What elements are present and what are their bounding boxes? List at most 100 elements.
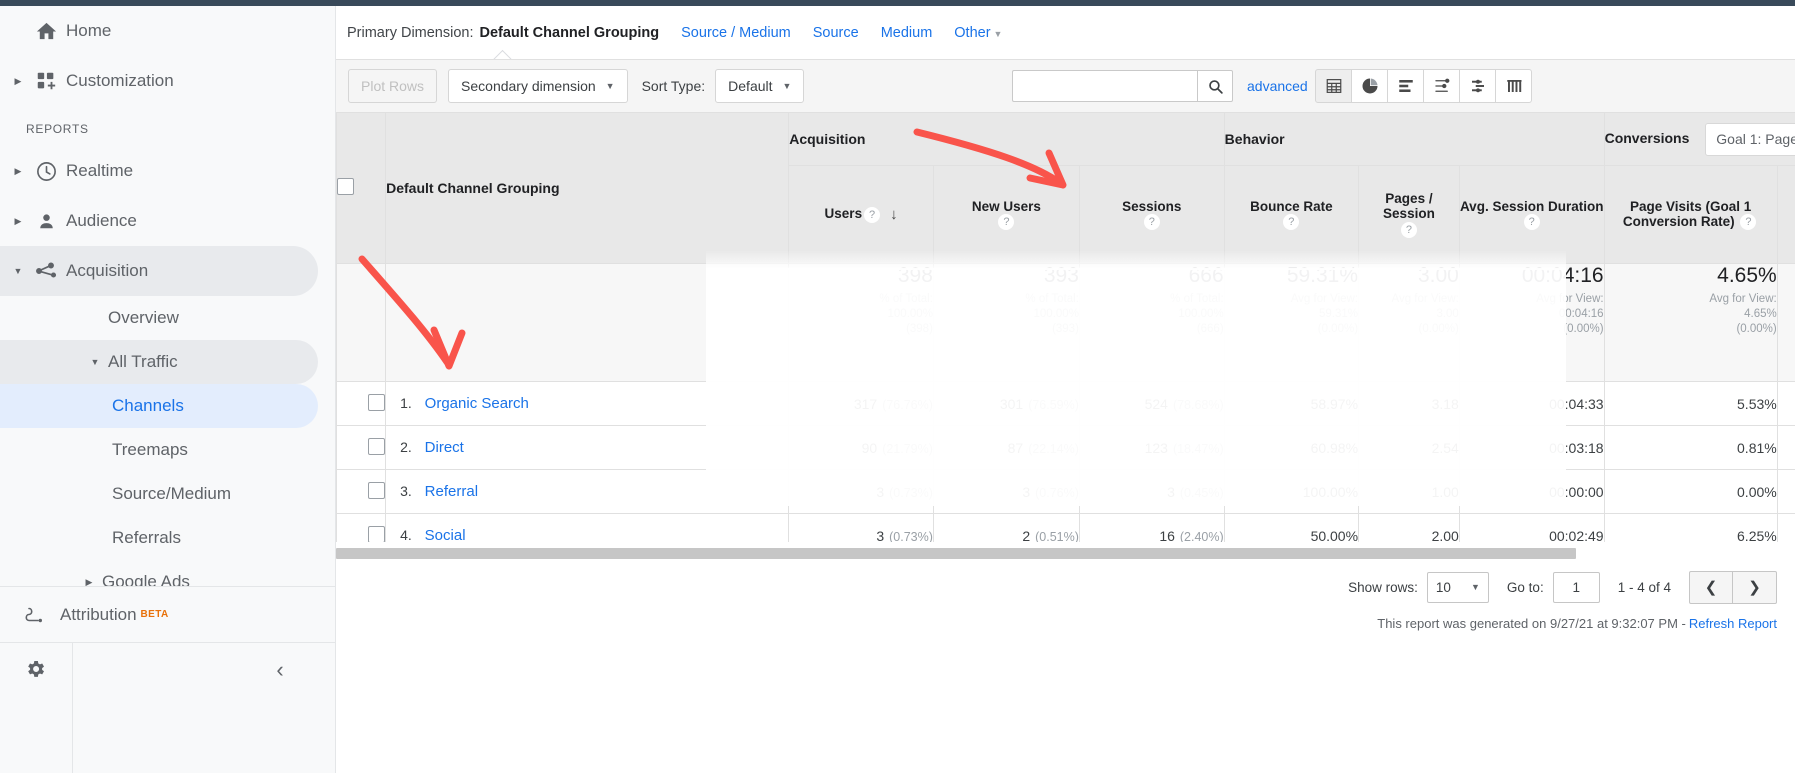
chevron-left-icon: ‹ xyxy=(276,657,284,682)
column-header-sessions-label: Sessions xyxy=(1122,198,1182,214)
select-all-checkbox-cell xyxy=(336,112,387,264)
report-generated-text: This report was generated on 9/27/21 at … xyxy=(1377,616,1686,631)
row-channel-link[interactable]: Direct xyxy=(425,439,464,456)
help-icon[interactable]: ? xyxy=(864,206,881,223)
column-header-sessions[interactable]: Sessions? xyxy=(1078,165,1225,264)
previous-page-button[interactable]: ❮ xyxy=(1689,570,1733,604)
row-checkbox[interactable] xyxy=(368,481,386,499)
row-new-users-pct: (22.14%) xyxy=(1028,441,1079,456)
row-checkbox[interactable] xyxy=(368,393,386,411)
totals-bounce-rate-sub1: Avg for View: xyxy=(1290,293,1359,305)
sidebar-item-attribution-label: Attribution xyxy=(60,604,137,624)
sidebar-item-all-traffic[interactable]: ▼ All Traffic xyxy=(0,340,318,384)
totals-bounce-rate-sub3: (0.00%) xyxy=(1317,323,1359,335)
comparison-view-icon[interactable] xyxy=(1459,69,1496,103)
sidebar-item-overview[interactable]: Overview xyxy=(0,296,318,340)
row-pages-session-cell: 3.18 xyxy=(1358,381,1460,426)
sidebar-item-channels[interactable]: Channels xyxy=(0,384,318,428)
row-dimension-cell: 1. Organic Search xyxy=(385,381,790,426)
search-input[interactable] xyxy=(1012,70,1197,102)
dimension-column-header[interactable]: Default Channel Grouping xyxy=(385,112,790,264)
show-rows-select[interactable]: 10 ▼ xyxy=(1426,571,1489,603)
horizontal-scrollbar-thumb[interactable] xyxy=(336,548,1576,559)
sidebar-section-reports: REPORTS xyxy=(26,122,89,136)
help-icon[interactable]: ? xyxy=(1143,214,1160,231)
primary-dimension-current[interactable]: Default Channel Grouping xyxy=(480,25,660,41)
help-icon[interactable]: ? xyxy=(1523,214,1540,231)
help-icon[interactable]: ? xyxy=(1740,214,1757,231)
sidebar-item-referrals-label: Referrals xyxy=(112,528,181,547)
row-checkbox[interactable] xyxy=(368,525,386,542)
totals-avg-duration-sub2: 00:04:16 xyxy=(1558,308,1604,320)
pivot-view-icon[interactable] xyxy=(1495,69,1532,103)
attribution-icon xyxy=(10,603,60,627)
help-icon[interactable]: ? xyxy=(1283,214,1300,231)
column-header-pages-session[interactable]: Pages / Session? xyxy=(1358,165,1460,264)
totals-sessions-value: 666 xyxy=(1188,264,1224,287)
primary-dimension-other[interactable]: Other ▼ xyxy=(954,25,1002,41)
row-channel-link[interactable]: Social xyxy=(425,527,466,542)
sidebar-item-customization[interactable]: ▶ Customization xyxy=(0,56,318,106)
goal-select-dropdown[interactable]: Goal 1: Page Visits ▼ xyxy=(1705,122,1795,156)
search-button[interactable] xyxy=(1197,70,1233,102)
column-header-bounce-rate[interactable]: Bounce Rate? xyxy=(1223,165,1360,264)
sidebar-item-treemaps[interactable]: Treemaps xyxy=(0,428,318,472)
column-header-goal-conversion-rate[interactable]: Page Visits (Goal 1 Conversion Rate) ? xyxy=(1603,165,1778,264)
sidebar-item-acquisition[interactable]: ▼ Acquisition xyxy=(0,246,318,296)
help-icon[interactable]: ? xyxy=(998,214,1015,231)
totals-new-users-sub1: % of Total: xyxy=(1025,293,1079,305)
row-users-cell: 3 (0.73%) xyxy=(788,513,934,542)
table-row[interactable]: 3. Referral 3 (0.73%) 3 (0.76%) 3 (0.45%) 1… xyxy=(336,469,1795,514)
sort-descending-icon[interactable]: ↓ xyxy=(890,206,898,223)
sidebar-item-home[interactable]: Home xyxy=(0,6,318,56)
table-row[interactable]: 4. Social 3 (0.73%) 2 (0.51%) 16 (2.40%) 50… xyxy=(336,513,1795,543)
row-new-users-value: 301 xyxy=(999,395,1024,412)
sidebar-item-referrals[interactable]: Referrals xyxy=(0,516,318,560)
plot-rows-button[interactable]: Plot Rows xyxy=(348,69,438,103)
primary-dimension-source[interactable]: Source xyxy=(813,25,859,41)
column-header-avg-session-duration[interactable]: Avg. Session Duration ? xyxy=(1458,165,1605,264)
collapse-sidebar-button[interactable]: ‹ xyxy=(240,657,320,683)
goto-label: Go to: xyxy=(1506,579,1544,595)
table-row[interactable]: 1. Organic Search 317 (76.76%) 301 (76.59%… xyxy=(336,381,1795,426)
row-new-users-pct: (0.51%) xyxy=(1035,529,1079,543)
row-rank: 4. xyxy=(400,527,412,542)
column-header-goal-conversion-rate-label: Page Visits (Goal 1 Conversion Rate) xyxy=(1622,198,1752,229)
secondary-dimension-dropdown[interactable]: Secondary dimension ▼ xyxy=(448,69,628,103)
horizontal-scrollbar[interactable] xyxy=(336,546,1795,562)
select-all-checkbox[interactable] xyxy=(337,178,354,195)
sidebar-item-realtime[interactable]: ▶ Realtime xyxy=(0,146,318,196)
row-goal-completions-cell: 1(3.23%) xyxy=(1776,513,1795,542)
refresh-report-link[interactable]: Refresh Report xyxy=(1689,616,1777,631)
performance-view-icon[interactable] xyxy=(1423,69,1460,103)
sidebar-item-audience[interactable]: ▶ Audience xyxy=(0,196,318,246)
next-page-button[interactable]: ❯ xyxy=(1733,570,1777,604)
sidebar-item-source-medium[interactable]: Source/Medium xyxy=(0,472,318,516)
row-channel-link[interactable]: Referral xyxy=(425,483,478,500)
column-header-users[interactable]: Users? ↓ xyxy=(788,165,934,264)
primary-dimension-source-medium[interactable]: Source / Medium xyxy=(681,25,791,41)
totals-bounce-rate-cell: 59.31% Avg for View: 59.31% (0.00%) xyxy=(1223,263,1360,382)
table-view-icon[interactable] xyxy=(1315,69,1352,103)
row-checkbox[interactable] xyxy=(368,437,386,455)
column-header-goal-completions[interactable]: Page Visits (Goal 1 Completions)? xyxy=(1776,165,1795,264)
primary-dimension-medium[interactable]: Medium xyxy=(881,25,933,41)
goto-input[interactable] xyxy=(1552,571,1600,603)
bar-chart-view-icon[interactable] xyxy=(1387,69,1424,103)
beta-badge: BETA xyxy=(140,609,169,620)
row-rank: 3. xyxy=(400,483,412,499)
goal-select-value: Goal 1: Page Visits xyxy=(1716,131,1795,147)
totals-avg-duration-value: 00:04:16 xyxy=(1521,264,1604,287)
sort-type-dropdown[interactable]: Default ▼ xyxy=(715,69,805,103)
pie-chart-view-icon[interactable] xyxy=(1351,69,1388,103)
row-goal-completions-cell: 0(0.00%) xyxy=(1776,469,1795,514)
advanced-link[interactable]: advanced xyxy=(1247,78,1308,94)
table-row[interactable]: 2. Direct 90 (21.79%) 87 (22.14%) 123 (18.4… xyxy=(336,425,1795,470)
sidebar-item-google-ads[interactable]: ▶ Google Ads xyxy=(0,560,318,586)
sidebar-item-attribution[interactable]: Attribution BETA xyxy=(0,586,335,642)
help-icon[interactable]: ? xyxy=(1400,221,1417,238)
settings-button[interactable] xyxy=(0,657,70,681)
row-avg-duration-cell: 00:02:49 xyxy=(1458,513,1605,542)
row-channel-link[interactable]: Organic Search xyxy=(425,395,529,412)
column-header-new-users[interactable]: New Users? xyxy=(932,165,1080,264)
